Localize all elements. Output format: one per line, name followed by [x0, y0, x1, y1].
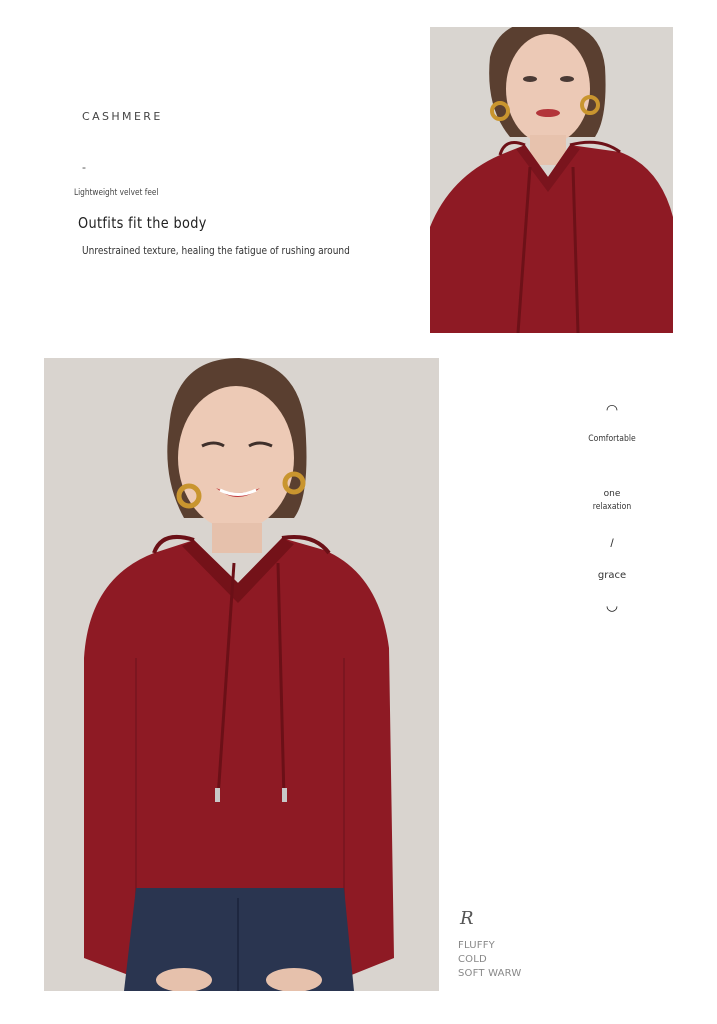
subline: Unrestrained texture, healing the fatigu…: [82, 244, 350, 257]
grace-word: grace: [597, 570, 627, 581]
relaxation-word: relaxation: [592, 502, 632, 512]
slash-divider: /: [610, 536, 614, 550]
script-mark: R: [460, 908, 474, 929]
tag-fluffy: FLUFFY: [458, 940, 495, 951]
tag-cold: COLD: [458, 954, 487, 965]
main-photo: [44, 358, 439, 991]
comfortable-word: Comfortable: [588, 434, 636, 444]
close-arc-glyph: ◡: [605, 597, 619, 613]
brand-label: CASHMERE: [82, 110, 163, 123]
headline: Outfits fit the body: [78, 214, 207, 232]
dash-divider: -: [82, 160, 86, 174]
closeup-photo: [430, 27, 673, 333]
open-arc-glyph: ◠: [605, 401, 619, 417]
one-word: one: [603, 489, 621, 499]
velvet-caption: Lightweight velvet feel: [74, 188, 159, 198]
tag-soft-warm: SOFT WARW: [458, 968, 522, 979]
